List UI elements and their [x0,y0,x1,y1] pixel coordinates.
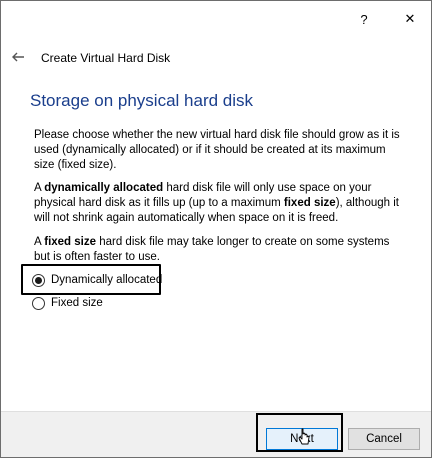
cancel-button[interactable]: Cancel [348,428,420,450]
radio-label-fixed[interactable]: Fixed size [51,297,103,309]
bold-term: fixed size [283,197,336,209]
text-segment: A [34,182,45,194]
arrow-left-icon[interactable] [10,49,26,65]
next-button[interactable]: Next [266,428,338,450]
text-segment: A [34,236,45,248]
radio-fixed-size[interactable]: Fixed size [32,294,103,312]
radio-button-checked-icon[interactable] [32,273,45,287]
fixed-description: A fixed size hard disk file may take lon… [34,235,406,265]
bold-term: fixed size [44,236,97,248]
dynamic-description: A dynamically allocated hard disk file w… [34,181,406,226]
intro-paragraph: Please choose whether the new virtual ha… [34,129,400,171]
wizard-title: Create Virtual Hard Disk [41,51,171,65]
title-bar: ? ✕ [1,1,431,37]
wizard-header: Create Virtual Hard Disk [1,41,431,75]
bold-term: dynamically allocated [44,182,164,194]
help-button[interactable]: ? [341,1,387,37]
create-virtual-hard-disk-dialog: ? ✕ Create Virtual Hard Disk Storage on … [0,0,432,458]
radio-button-unchecked-icon[interactable] [32,296,45,310]
radio-label-dynamic[interactable]: Dynamically allocated [51,274,162,286]
radio-dynamically-allocated[interactable]: Dynamically allocated [32,271,162,289]
wizard-footer: Next Cancel [1,411,431,457]
close-button[interactable]: ✕ [387,1,432,37]
page-heading: Storage on physical hard disk [30,91,254,110]
